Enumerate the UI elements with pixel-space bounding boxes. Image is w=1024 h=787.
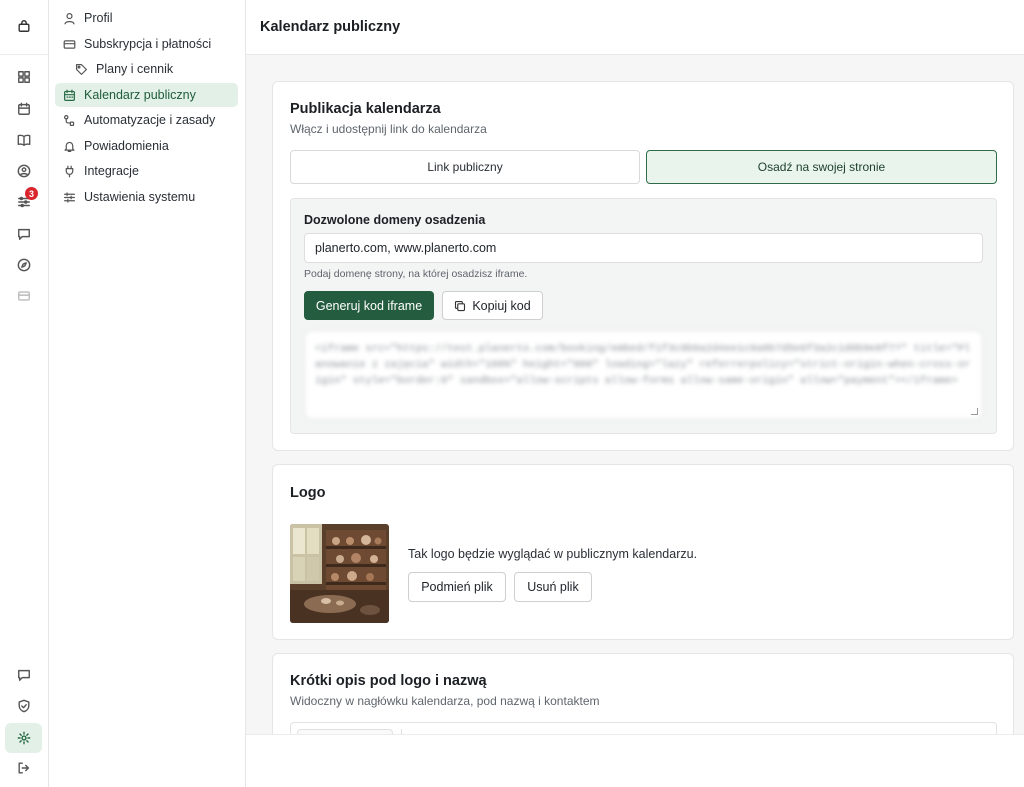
nav-item-label: Kalendarz publiczny (84, 88, 196, 102)
nav-item-label: Ustawienia systemu (84, 190, 196, 204)
nav-item-subskrypcja[interactable]: Subskrypcja i płatności (55, 32, 238, 56)
card-icon (63, 39, 76, 49)
sliders-icon[interactable]: 3 (0, 187, 48, 214)
user-icon (64, 12, 75, 24)
book-icon[interactable] (0, 128, 48, 152)
user-circle-icon[interactable] (0, 159, 48, 183)
replace-file-button[interactable]: Podmień plik (408, 572, 506, 602)
nav-item-ustawienia[interactable]: Ustawienia systemu (55, 185, 238, 209)
nav-item-label: Powiadomienia (84, 139, 169, 153)
sticky-footer-bar (246, 734, 1024, 787)
settings-nav: Profil Subskrypcja i płatności Plany i c… (49, 0, 246, 787)
publish-subtitle: Włącz i udostępnij link do kalendarza (290, 122, 487, 136)
nav-item-profil[interactable]: Profil (55, 6, 238, 30)
domains-label: Dozwolone domeny osadzenia (304, 213, 486, 227)
domains-input[interactable]: planerto.com, www.planerto.com (304, 233, 983, 263)
iframe-code-textarea[interactable]: <iframe src="https://test.planerto.com/b… (304, 330, 983, 420)
tag-icon (76, 63, 87, 75)
copy-icon (455, 300, 466, 311)
logo-description: Tak logo będzie wyglądać w publicznym ka… (408, 547, 698, 561)
logo-image (290, 524, 389, 623)
publish-card: Publikacja kalendarza Włącz i udostępnij… (272, 81, 1014, 451)
copy-code-label: Kopiuj kod (472, 298, 531, 313)
nav-item-label: Profil (84, 11, 113, 25)
copy-code-button[interactable]: Kopiuj kod (442, 291, 543, 320)
chat-icon[interactable] (0, 663, 48, 687)
compass-icon[interactable] (0, 253, 48, 277)
page-header: Kalendarz publiczny (246, 0, 1024, 55)
main-content: Kalendarz publiczny Publikacja kalendarz… (246, 0, 1024, 787)
grid-icon[interactable] (0, 65, 48, 89)
plug-icon (65, 165, 74, 177)
nav-item-powiadomienia[interactable]: Powiadomienia (55, 134, 238, 158)
nav-item-automatyzacje[interactable]: Automatyzacje i zasady (55, 108, 238, 132)
icon-rail: 3 (0, 0, 49, 787)
nav-item-label: Integracje (84, 164, 139, 178)
rail-header (0, 0, 48, 55)
bell-icon (64, 141, 75, 152)
nav-item-label: Plany i cennik (96, 62, 174, 76)
nav-item-label: Automatyzacje i zasady (84, 113, 216, 127)
tab-link-public[interactable]: Link publiczny (290, 150, 640, 184)
logo-title: Logo (290, 485, 326, 501)
page-title: Kalendarz publiczny (260, 19, 401, 35)
workflow-icon (64, 114, 75, 126)
nav-item-kalendarz[interactable]: Kalendarz publiczny (55, 83, 238, 107)
short-desc-title: Krótki opis pod logo i nazwą (290, 673, 487, 689)
notification-badge: 3 (25, 187, 38, 200)
resize-handle[interactable] (971, 408, 978, 415)
message-icon[interactable] (0, 222, 48, 246)
logo-card: Logo Tak logo będzie wyglądać w publiczn… (272, 464, 1014, 640)
nav-item-label: Subskrypcja i płatności (84, 37, 212, 51)
remove-file-button[interactable]: Usuń plik (514, 572, 592, 602)
calendar-icon (64, 89, 75, 101)
nav-item-integracje[interactable]: Integracje (55, 159, 238, 183)
generate-iframe-button[interactable]: Generuj kod iframe (304, 291, 434, 320)
gear-icon[interactable] (0, 726, 48, 750)
sliders-icon (64, 191, 75, 203)
calendar-icon[interactable] (0, 97, 48, 121)
card-icon[interactable] (0, 284, 48, 308)
bag-icon[interactable] (17, 19, 31, 36)
domains-hint: Podaj domenę strony, na której osadzisz … (304, 268, 528, 280)
logout-icon[interactable] (0, 756, 48, 780)
nav-item-plany[interactable]: Plany i cennik (55, 57, 238, 81)
shield-icon[interactable] (0, 694, 48, 718)
embed-panel: Dozwolone domeny osadzenia planerto.com,… (290, 198, 997, 434)
publish-title: Publikacja kalendarza (290, 101, 441, 117)
short-desc-subtitle: Widoczny w nagłówku kalendarza, pod nazw… (290, 694, 600, 708)
tab-embed[interactable]: Osadź na swojej stronie (646, 150, 997, 184)
